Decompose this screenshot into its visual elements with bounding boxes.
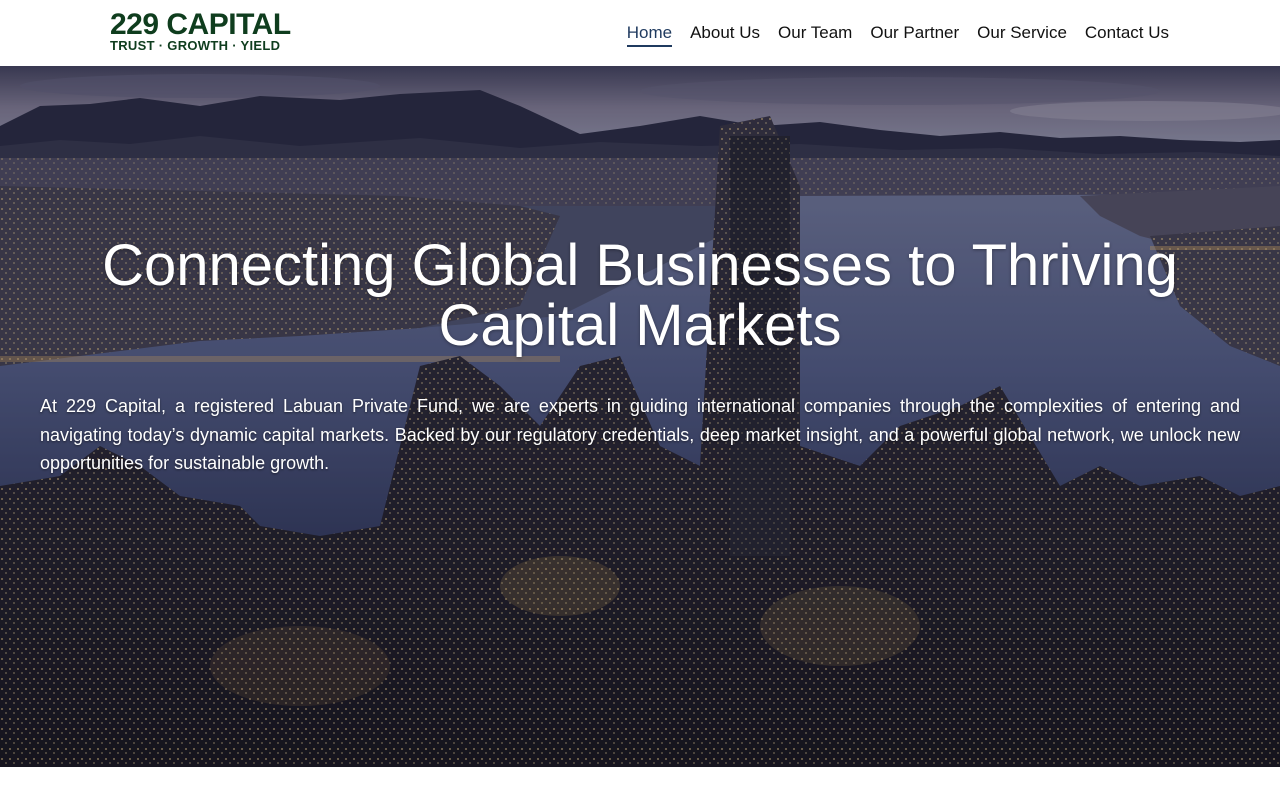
nav-our-service[interactable]: Our Service bbox=[968, 22, 1076, 44]
site-header: 229 CAPITAL TRUST · GROWTH · YIELD Home … bbox=[0, 0, 1280, 66]
hero-description: At 229 Capital, a registered Labuan Priv… bbox=[40, 396, 1240, 473]
logo-tagline: TRUST · GROWTH · YIELD bbox=[110, 38, 281, 53]
nav-contact-us[interactable]: Contact Us bbox=[1076, 22, 1178, 44]
logo-wordmark: 229 CAPITAL bbox=[110, 8, 291, 41]
nav-our-team[interactable]: Our Team bbox=[769, 22, 861, 44]
nav-our-partner[interactable]: Our Partner bbox=[861, 22, 968, 44]
hero-heading: Connecting Global Businesses to Thriving… bbox=[102, 233, 1178, 358]
nav-about-us[interactable]: About Us bbox=[681, 22, 769, 44]
logo[interactable]: 229 CAPITAL TRUST · GROWTH · YIELD bbox=[110, 10, 320, 56]
nav-home[interactable]: Home bbox=[618, 22, 681, 47]
page-bottom-band bbox=[0, 767, 1280, 800]
hero-section: Connecting Global Businesses to Thriving… bbox=[0, 66, 1280, 767]
main-nav: Home About Us Our Team Our Partner Our S… bbox=[618, 22, 1178, 47]
